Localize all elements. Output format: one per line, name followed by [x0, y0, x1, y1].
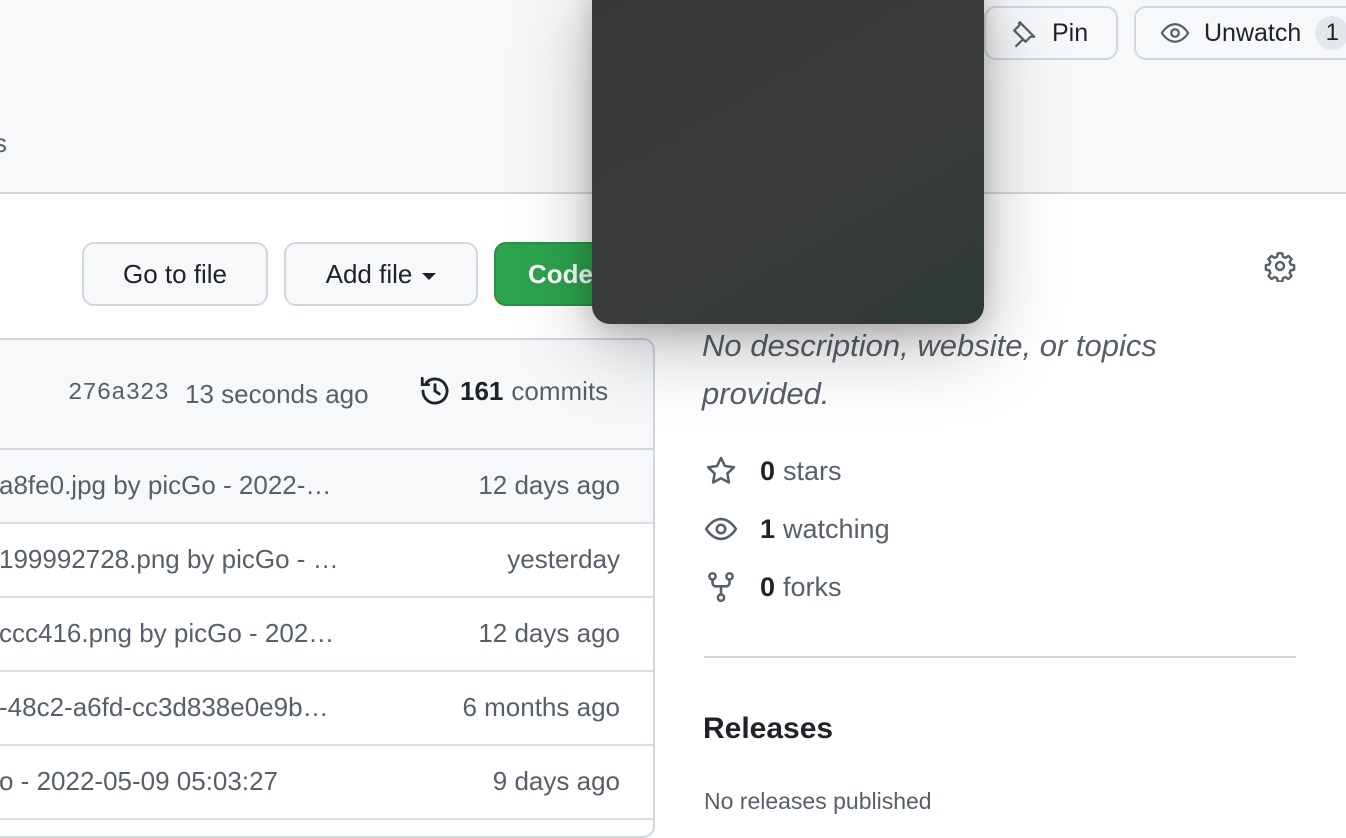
repo-nav-tab-fragment[interactable]: s — [0, 128, 7, 159]
stars-link[interactable]: 0 stars — [704, 454, 842, 488]
stars-label: stars — [783, 455, 842, 486]
commit-age: yesterday — [507, 544, 620, 574]
about-description: No description, website, or topics provi… — [702, 328, 1157, 411]
forks-count: 0 — [760, 571, 776, 602]
forks-link[interactable]: 0 forks — [704, 570, 842, 604]
commit-age: 9 days ago — [492, 766, 620, 796]
commit-age: 12 days ago — [478, 618, 620, 648]
add-file-label: Add file — [325, 258, 413, 289]
watching-label: watching — [783, 513, 890, 544]
file-row[interactable]: -48c2-a6fd-cc3d838e0e9b… 6 months ago — [0, 672, 653, 746]
chevron-down-icon — [422, 272, 437, 280]
file-row[interactable]: o - 2022-05-09 05:03:27 9 days ago — [0, 746, 653, 820]
watch-count-badge: 1 — [1315, 16, 1346, 50]
pin-label: Pin — [1052, 18, 1089, 47]
eye-icon — [1160, 23, 1190, 43]
go-to-file-button[interactable]: Go to file — [82, 242, 268, 306]
file-row[interactable]: a8fe0.jpg by picGo - 2022-… 12 days ago — [0, 450, 653, 524]
dark-popover-overlay — [592, 0, 984, 324]
commit-message[interactable]: 199992728.png by picGo - … — [0, 544, 339, 575]
pin-button[interactable]: Pin — [984, 6, 1118, 60]
releases-heading[interactable]: Releases — [703, 712, 833, 746]
commits-link[interactable]: 161 commits — [418, 374, 608, 408]
fork-icon — [708, 571, 734, 603]
commit-message[interactable]: -48c2-a6fd-cc3d838e0e9b… — [0, 692, 329, 723]
commits-label: commits — [511, 375, 609, 406]
pin-icon — [1013, 20, 1036, 48]
history-icon — [420, 376, 449, 405]
commit-message[interactable]: ccc416.png by picGo - 202… — [0, 618, 334, 649]
commit-age: 6 months ago — [462, 692, 620, 722]
releases-empty-text: No releases published — [704, 788, 932, 814]
sidebar-divider — [704, 656, 1296, 658]
commit-sha-link[interactable]: 276a323 — [68, 380, 169, 407]
watching-link[interactable]: 1 watching — [704, 512, 890, 546]
star-icon — [706, 456, 736, 484]
file-row[interactable]: 199992728.png by picGo - … yesterday — [0, 524, 653, 598]
watching-count: 1 — [760, 513, 776, 544]
unwatch-button[interactable]: Unwatch 1 — [1134, 6, 1346, 60]
gear-icon[interactable] — [1264, 250, 1296, 282]
file-row[interactable]: ccc416.png by picGo - 202… 12 days ago — [0, 598, 653, 672]
unwatch-label: Unwatch — [1204, 18, 1302, 47]
commit-message[interactable]: o - 2022-05-09 05:03:27 — [0, 766, 278, 797]
add-file-button[interactable]: Add file — [284, 242, 478, 306]
stars-count: 0 — [760, 455, 776, 486]
eye-icon — [704, 517, 738, 541]
forks-label: forks — [783, 571, 842, 602]
commits-count: 161 — [460, 375, 504, 406]
go-to-file-label: Go to file — [122, 258, 228, 289]
commit-time[interactable]: 13 seconds ago — [185, 379, 369, 410]
commit-message[interactable]: a8fe0.jpg by picGo - 2022-… — [0, 470, 331, 501]
latest-commit-bar: 276a323 13 seconds ago 161 commits — [0, 340, 653, 450]
file-list: 276a323 13 seconds ago 161 commits a8fe0… — [0, 338, 655, 838]
commit-age: 12 days ago — [478, 470, 620, 500]
code-label: Code — [528, 258, 593, 289]
